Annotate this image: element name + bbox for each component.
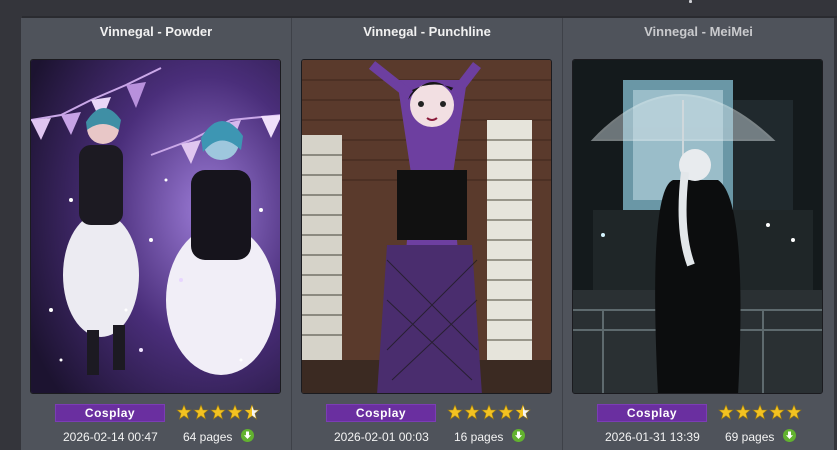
star-icon [735,404,751,420]
gallery-grid: Vinnegal - Powder Cosplay 2026-02-14 00:… [21,18,837,450]
star-icon [447,404,463,420]
gallery-title[interactable]: Vinnegal - Powder [21,24,291,39]
star-icon [193,404,209,420]
left-gutter [0,18,21,450]
star-icon [464,404,480,420]
page-count: 64 pages [183,430,233,444]
category-badge[interactable]: Cosplay [597,404,707,422]
star-icon [227,404,243,420]
rating-stars [176,404,260,422]
download-icon[interactable] [512,429,525,442]
star-icon [176,404,192,420]
star-icon [752,404,768,420]
half-star-icon [244,404,260,420]
download-icon[interactable] [241,429,254,442]
star-icon [481,404,497,420]
thumbnail-image [31,60,280,393]
page-count: 16 pages [454,430,504,444]
star-icon [210,404,226,420]
gallery-card: Vinnegal - MeiMei Cosplay 2026-01-31 13:… [563,18,834,450]
thumbnail-image [573,60,822,393]
posted-date: 2026-01-31 13:39 [605,430,700,444]
page-count: 69 pages [725,430,775,444]
star-icon [786,404,802,420]
star-icon [498,404,514,420]
rating-stars [447,404,531,422]
top-bar [0,0,837,18]
category-badge[interactable]: Cosplay [326,404,436,422]
posted-date: 2026-02-14 00:47 [63,430,158,444]
star-icon [718,404,734,420]
category-badge[interactable]: Cosplay [55,404,165,422]
thumbnail-image [302,60,551,393]
posted-date: 2026-02-01 00:03 [334,430,429,444]
download-icon[interactable] [783,429,796,442]
top-bar-mark [689,0,692,3]
gallery-thumbnail[interactable] [301,59,552,394]
gallery-thumbnail[interactable] [30,59,281,394]
rating-stars [718,404,802,422]
star-icon [769,404,785,420]
gallery-card: Vinnegal - Powder Cosplay 2026-02-14 00:… [21,18,292,450]
gallery-card: Vinnegal - Punchline Cosplay 2026-02-01 … [292,18,563,450]
gallery-title[interactable]: Vinnegal - Punchline [292,24,562,39]
gallery-thumbnail[interactable] [572,59,823,394]
gallery-title[interactable]: Vinnegal - MeiMei [563,24,834,39]
half-star-icon [515,404,531,420]
